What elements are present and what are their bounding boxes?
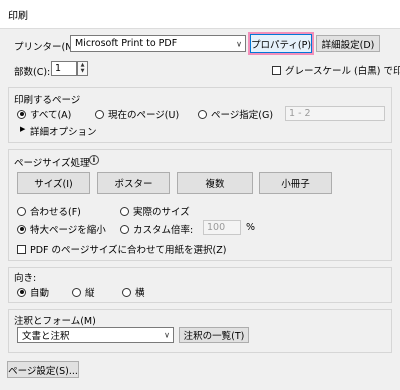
tab-poster[interactable]: ポスター bbox=[97, 172, 170, 194]
comments-selected-value: 文書と注釈 bbox=[22, 331, 70, 342]
more-options-link[interactable]: 詳細オプション bbox=[30, 124, 97, 138]
orientation-portrait-radio[interactable]: 縦 bbox=[72, 285, 95, 299]
radio-dot[interactable] bbox=[17, 287, 26, 297]
orientation-heading: 向き: bbox=[14, 273, 37, 284]
copies-spinner[interactable]: ▲ ▼ bbox=[77, 61, 88, 76]
tab-size[interactable]: サイズ(I) bbox=[17, 172, 90, 194]
fit-label: 合わせる(F) bbox=[30, 207, 81, 218]
custom-scale-radio[interactable]: カスタム倍率: bbox=[120, 222, 193, 236]
properties-button[interactable]: プロパティ(P) bbox=[250, 34, 312, 53]
page-range-input[interactable]: 1 - 2 bbox=[285, 106, 385, 121]
pages-all-label: すべて(A) bbox=[30, 110, 72, 121]
orientation-auto-label: 自動 bbox=[30, 288, 50, 299]
title-divider bbox=[0, 28, 400, 29]
advanced-settings-button[interactable]: 詳細設定(D) bbox=[316, 35, 380, 52]
scale-input[interactable]: 100 bbox=[203, 220, 241, 235]
tab-multiple[interactable]: 複数 bbox=[177, 172, 253, 194]
comments-summary-button[interactable]: 注釈の一覧(T) bbox=[179, 327, 249, 343]
pdf-paper-checkbox[interactable]: PDF のページサイズに合わせて用紙を選択(Z) bbox=[17, 242, 226, 256]
title-bar bbox=[0, 0, 400, 28]
shrink-label: 特大ページを縮小 bbox=[30, 225, 106, 236]
pages-heading: 印刷するページ bbox=[14, 95, 81, 106]
orientation-group bbox=[8, 267, 392, 303]
radio-dot[interactable] bbox=[17, 224, 26, 234]
radio-dot[interactable] bbox=[17, 109, 26, 119]
expand-triangle-icon[interactable]: ▶ bbox=[20, 125, 25, 133]
tab-booklet[interactable]: 小冊子 bbox=[259, 172, 332, 194]
comments-heading: 注釈とフォーム(M) bbox=[14, 316, 96, 327]
info-icon[interactable]: i bbox=[89, 155, 99, 165]
fit-radio[interactable]: 合わせる(F) bbox=[17, 204, 81, 218]
radio-dot[interactable] bbox=[120, 224, 129, 234]
custom-scale-label: カスタム倍率: bbox=[133, 225, 194, 236]
checkbox-box[interactable] bbox=[17, 244, 26, 254]
copies-label: 部数(C): bbox=[14, 67, 51, 78]
pages-current-label: 現在のページ(U) bbox=[108, 110, 180, 121]
printer-select[interactable]: Microsoft Print to PDF ∨ bbox=[70, 35, 246, 52]
spinner-down-icon[interactable]: ▼ bbox=[78, 68, 87, 74]
actual-size-radio[interactable]: 実際のサイズ bbox=[120, 204, 190, 218]
orientation-landscape-label: 横 bbox=[135, 288, 145, 299]
radio-dot[interactable] bbox=[198, 109, 207, 119]
checkbox-box[interactable] bbox=[272, 65, 281, 75]
radio-dot[interactable] bbox=[122, 287, 131, 297]
page-setup-button[interactable]: ページ設定(S)... bbox=[7, 361, 79, 378]
pages-all-radio[interactable]: すべて(A) bbox=[17, 107, 71, 121]
window-title: 印刷 bbox=[8, 11, 28, 22]
radio-dot[interactable] bbox=[95, 109, 104, 119]
radio-dot[interactable] bbox=[17, 206, 26, 216]
comments-select[interactable]: 文書と注釈 ∨ bbox=[17, 327, 174, 343]
chevron-down-icon: ∨ bbox=[164, 330, 170, 340]
pdf-paper-label: PDF のページサイズに合わせて用紙を選択(Z) bbox=[30, 245, 227, 256]
orientation-portrait-label: 縦 bbox=[85, 288, 95, 299]
pages-current-radio[interactable]: 現在のページ(U) bbox=[95, 107, 179, 121]
orientation-landscape-radio[interactable]: 横 bbox=[122, 285, 145, 299]
grayscale-checkbox[interactable]: グレースケール (白黒) で印刷 bbox=[272, 63, 400, 77]
actual-size-label: 実際のサイズ bbox=[133, 207, 190, 218]
orientation-auto-radio[interactable]: 自動 bbox=[17, 285, 49, 299]
percent-label: % bbox=[246, 222, 256, 233]
grayscale-label: グレースケール (白黒) で印刷 bbox=[285, 66, 400, 77]
chevron-down-icon: ∨ bbox=[236, 39, 242, 48]
printer-selected-value: Microsoft Print to PDF bbox=[75, 38, 178, 49]
pages-specify-radio[interactable]: ページ指定(G) bbox=[198, 107, 273, 121]
copies-input[interactable]: 1 bbox=[51, 61, 77, 76]
shrink-radio[interactable]: 特大ページを縮小 bbox=[17, 222, 106, 236]
sizing-heading: ページサイズ処理 bbox=[14, 158, 90, 169]
pages-specify-label: ページ指定(G) bbox=[211, 110, 274, 121]
radio-dot[interactable] bbox=[120, 206, 129, 216]
radio-dot[interactable] bbox=[72, 287, 81, 297]
